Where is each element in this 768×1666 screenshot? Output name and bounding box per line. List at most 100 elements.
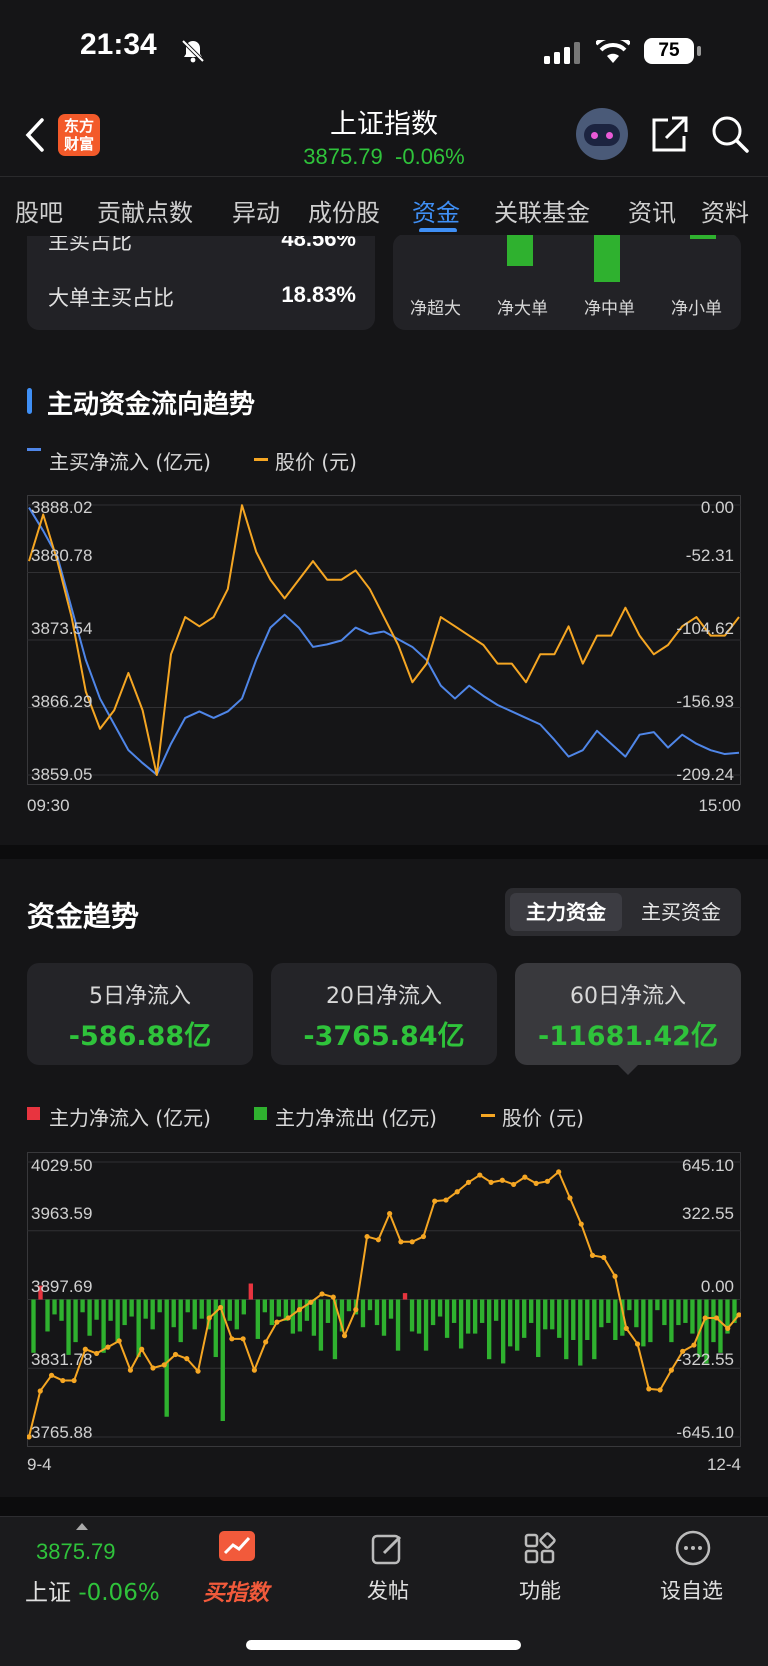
legend-price-swatch — [254, 458, 268, 461]
more-icon[interactable] — [674, 1529, 712, 1567]
price-point — [443, 1197, 449, 1203]
price-point — [713, 1315, 720, 1321]
index-price: 3875.79 — [303, 144, 383, 169]
flow-card-60d[interactable]: 60日净流入 -11681.42亿 — [515, 963, 741, 1065]
price-point — [432, 1198, 438, 1204]
fund-bar — [150, 1299, 155, 1330]
flow-card-20d[interactable]: 20日净流入 -3765.84亿 — [271, 963, 497, 1065]
fund-bar — [395, 1299, 401, 1351]
robot-assistant-icon[interactable] — [576, 108, 628, 160]
flow-x-start: 09:30 — [27, 796, 70, 815]
fund-bar — [234, 1299, 239, 1330]
flow-card-5d[interactable]: 5日净流入 -586.88亿 — [27, 963, 253, 1065]
fund-bar — [52, 1299, 57, 1315]
toggle-main-fund[interactable]: 主力资金 — [510, 893, 622, 931]
price-point — [420, 1233, 427, 1240]
fund-bar — [662, 1299, 667, 1326]
fund-bar — [297, 1299, 303, 1332]
legend-flow-label: 主买净流入 (亿元) — [49, 450, 211, 474]
flow-right-tick: -156.93 — [676, 692, 734, 711]
price-point — [37, 1388, 43, 1394]
price-point — [612, 1273, 618, 1279]
tab-profile-label[interactable]: 资料 — [701, 193, 749, 228]
tab-movement-label[interactable]: 异动 — [232, 193, 280, 228]
fund-bar — [536, 1299, 541, 1358]
fund-bar — [423, 1299, 429, 1351]
post-label[interactable]: 发帖 — [367, 1575, 409, 1605]
fund-bar — [500, 1299, 506, 1364]
toggle-main-buy-fund[interactable]: 主买资金 — [625, 893, 737, 931]
flow-left-tick: 3880.78 — [31, 546, 93, 565]
flow-right-tick: -209.24 — [676, 765, 734, 784]
fund-bar — [578, 1299, 583, 1366]
large-buy-ratio-label: 大单主买占比 — [48, 286, 174, 310]
tab-constituents-label[interactable]: 成份股 — [308, 193, 380, 228]
price-point — [195, 1368, 201, 1374]
legend-flow-swatch — [27, 448, 41, 451]
tab-news-label[interactable]: 资讯 — [628, 193, 676, 228]
fund-bar — [31, 1299, 36, 1353]
tab-guba-label[interactable]: 股吧 — [15, 193, 63, 228]
price-point — [691, 1342, 697, 1348]
functions-grid-icon[interactable] — [522, 1531, 558, 1567]
fund-right-tick: -322.55 — [676, 1350, 734, 1369]
buy-index-icon[interactable] — [219, 1531, 255, 1561]
legend-out-label: 主力净流出 (亿元) — [275, 1106, 437, 1130]
share-icon[interactable] — [650, 114, 690, 154]
watchlist-label[interactable]: 设自选 — [660, 1575, 723, 1605]
price-point — [341, 1333, 348, 1339]
price-point — [544, 1178, 551, 1184]
index-change: -0.06% — [395, 144, 465, 169]
fund-bar — [269, 1299, 275, 1326]
search-icon[interactable] — [710, 114, 750, 154]
buy-index-label[interactable]: 买指数 — [203, 1575, 269, 1607]
price-point — [60, 1377, 66, 1384]
fund-bar — [592, 1299, 597, 1360]
price-point — [601, 1254, 607, 1261]
fund-bar — [115, 1299, 120, 1343]
fund-right-tick: -645.10 — [676, 1423, 734, 1442]
fund-bar — [515, 1299, 520, 1351]
tab-contribution-label[interactable]: 贡献点数 — [97, 193, 193, 228]
price-point — [263, 1339, 269, 1345]
fund-bar — [402, 1293, 408, 1300]
bottom-index-price: 3875.79 — [36, 1539, 116, 1564]
status-time: 21:34 — [80, 28, 157, 61]
fund-bar — [325, 1299, 331, 1323]
fund-left-tick: 3831.78 — [31, 1350, 93, 1369]
fund-bar — [157, 1299, 162, 1313]
fund-bar — [451, 1299, 457, 1323]
fund-bar — [87, 1299, 92, 1336]
flow-trend-title: 主动资金流向趋势 — [47, 390, 256, 420]
order-label-m: 净中单 — [584, 299, 635, 319]
fund-bar — [276, 1299, 282, 1317]
order-label-xl: 净超大 — [410, 299, 461, 319]
fund-bar — [683, 1299, 688, 1323]
flow-card-label: 60日净流入 — [570, 984, 686, 1009]
fund-bar — [192, 1299, 197, 1330]
order-bar-medium — [594, 234, 620, 282]
fund-bar — [164, 1299, 169, 1417]
price-point — [511, 1181, 517, 1188]
selected-card-pointer — [618, 1065, 638, 1075]
price-point — [668, 1367, 674, 1373]
legend-out-swatch — [254, 1107, 267, 1120]
fund-bar — [669, 1299, 674, 1343]
price-point — [330, 1294, 336, 1300]
bottom-index-change: -0.06% — [78, 1580, 160, 1606]
fund-bar — [311, 1299, 317, 1336]
price-point — [488, 1179, 494, 1185]
price-point — [725, 1325, 731, 1331]
tab-funds-label[interactable]: 资金 — [412, 193, 460, 228]
fund-bar — [437, 1299, 443, 1317]
compose-icon[interactable] — [370, 1531, 406, 1567]
functions-label[interactable]: 功能 — [519, 1575, 561, 1605]
home-indicator — [246, 1640, 521, 1650]
price-point — [308, 1299, 314, 1305]
bottom-index-quote[interactable]: 上证 -0.06% — [25, 1573, 160, 1607]
fund-bar — [80, 1299, 85, 1313]
price-point — [364, 1233, 370, 1240]
price-point — [105, 1344, 111, 1350]
tab-related-funds-label[interactable]: 关联基金 — [494, 193, 590, 228]
fund-bar — [381, 1299, 387, 1336]
